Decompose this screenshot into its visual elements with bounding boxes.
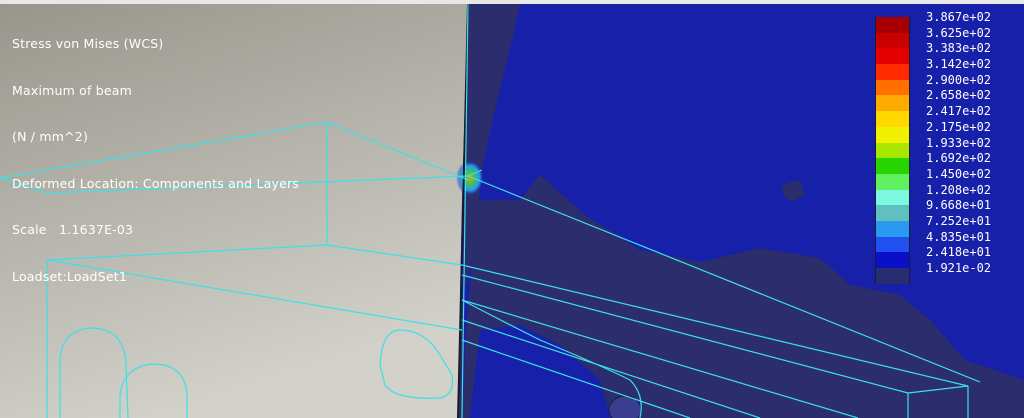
legend-value-label: 2.900e+02 <box>926 72 992 87</box>
stress-hotspot <box>456 160 484 196</box>
legend-swatch <box>875 189 910 206</box>
legend-value-label: 1.208e+02 <box>926 182 992 197</box>
info-units: (N / mm^2) <box>12 129 89 144</box>
legend-swatch <box>875 95 910 112</box>
legend-swatch <box>875 32 910 49</box>
legend-value-label: 3.625e+02 <box>926 25 992 40</box>
info-deformed-location: Deformed Location: Components and Layers <box>12 175 300 191</box>
top-border <box>0 0 1024 4</box>
info-component: Maximum of beam <box>12 82 133 98</box>
legend-swatch <box>875 17 910 33</box>
legend-value-label: 3.867e+02 <box>926 10 992 24</box>
legend-value-label: 1.921e-02 <box>926 261 992 275</box>
legend-value-label: 2.418e+01 <box>926 245 992 260</box>
legend-value-label: 9.668e+01 <box>926 198 992 213</box>
legend-value-label: 2.417e+02 <box>926 104 992 119</box>
result-info-panel: Stress von Mises (WCS) Maximum of beam (… <box>12 5 299 315</box>
legend-value-label: 1.692e+02 <box>926 151 992 166</box>
info-result-type: Stress von Mises (WCS) <box>12 36 164 51</box>
info-scale: Scale 1.1637E-03 <box>12 222 134 237</box>
legend-swatch <box>875 173 910 190</box>
legend-swatch <box>875 79 910 96</box>
legend-swatch <box>875 236 910 253</box>
legend-swatch <box>875 64 910 80</box>
legend-value-label: 7.252e+01 <box>926 213 992 228</box>
legend-swatch <box>875 252 910 268</box>
legend-swatch <box>875 126 910 143</box>
legend-swatch <box>875 48 910 65</box>
legend-value-label: 2.658e+02 <box>926 88 992 103</box>
legend-value-label: 3.142e+02 <box>926 57 992 72</box>
legend-swatch <box>875 142 910 159</box>
legend-swatch <box>875 158 910 174</box>
legend-value-label: 4.835e+01 <box>926 229 992 244</box>
info-loadset: Loadset:LoadSet1 <box>12 268 127 284</box>
fem-viewport[interactable]: Stress von Mises (WCS) Maximum of beam (… <box>0 0 1024 418</box>
legend-swatch <box>875 205 910 221</box>
legend-swatch <box>875 268 910 284</box>
legend-value-label: 1.450e+02 <box>926 166 992 181</box>
legend-value-label: 2.175e+02 <box>926 119 992 134</box>
legend-swatch <box>875 111 910 127</box>
legend-swatch <box>875 220 910 237</box>
legend-value-label: 1.933e+02 <box>926 135 992 150</box>
legend-value-label: 3.383e+02 <box>926 41 992 56</box>
